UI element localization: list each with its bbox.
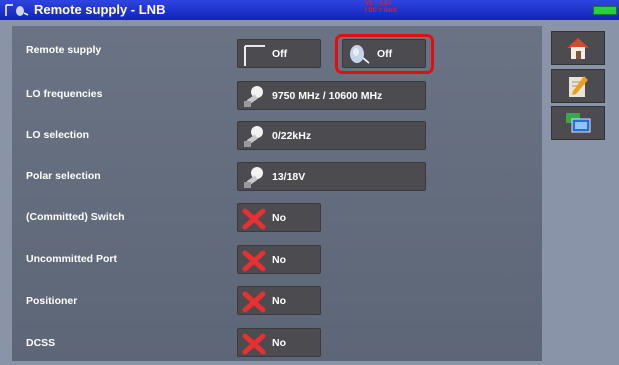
- red-x-icon: [242, 208, 266, 230]
- label-uncommitted-port: Uncommitted Port: [26, 253, 118, 265]
- edit-button[interactable]: [551, 69, 605, 103]
- lnb-icon: [244, 167, 263, 188]
- home-button[interactable]: [551, 31, 605, 65]
- lnb-antenna-icon: [5, 4, 29, 16]
- polar-selection-value: 13/18V: [272, 171, 306, 183]
- remote-supply-antenna-value: Off: [272, 48, 288, 60]
- positioner-value: No: [272, 295, 286, 307]
- label-committed-switch: (Committed) Switch: [26, 211, 125, 223]
- supply-status-readout: V0 = 0.0V I DC = 0mA: [365, 1, 397, 14]
- antenna-icon: [244, 45, 265, 66]
- battery-icon: [593, 6, 617, 15]
- window-title: Remote supply - LNB: [34, 2, 166, 17]
- uncommitted-port-button[interactable]: No: [237, 245, 321, 274]
- dcss-button[interactable]: No: [237, 328, 321, 357]
- lnb-icon: [244, 126, 263, 147]
- lo-selection-value: 0/22kHz: [272, 130, 312, 142]
- label-remote-supply: Remote supply: [26, 44, 102, 56]
- lnb-icon: [244, 86, 263, 107]
- red-x-icon: [242, 291, 266, 313]
- committed-switch-button[interactable]: No: [237, 203, 321, 232]
- lo-selection-button[interactable]: 0/22kHz: [237, 121, 426, 150]
- edit-icon: [569, 76, 588, 97]
- remote-supply-antenna-button[interactable]: Off: [237, 39, 321, 68]
- lo-frequencies-button[interactable]: 9750 MHz / 10600 MHz: [237, 81, 426, 110]
- red-x-icon: [242, 333, 266, 355]
- committed-switch-value: No: [272, 212, 286, 224]
- label-dcss: DCSS: [26, 337, 56, 349]
- uncommitted-port-value: No: [272, 254, 286, 266]
- red-x-icon: [242, 250, 266, 272]
- label-polar-selection: Polar selection: [26, 170, 101, 182]
- screen-icon: [566, 113, 591, 133]
- selection-highlight: [335, 34, 434, 74]
- title-bar: Remote supply - LNB V0 = 0.0V I DC = 0mA: [0, 0, 619, 20]
- label-lo-frequencies: LO frequencies: [26, 88, 103, 100]
- dcss-value: No: [272, 337, 286, 349]
- lo-frequencies-value: 9750 MHz / 10600 MHz: [272, 90, 383, 102]
- positioner-button[interactable]: No: [237, 286, 321, 315]
- screen-button[interactable]: [551, 106, 605, 140]
- label-lo-selection: LO selection: [26, 129, 90, 141]
- label-positioner: Positioner: [26, 295, 78, 307]
- home-icon: [567, 38, 589, 59]
- polar-selection-button[interactable]: 13/18V: [237, 162, 426, 191]
